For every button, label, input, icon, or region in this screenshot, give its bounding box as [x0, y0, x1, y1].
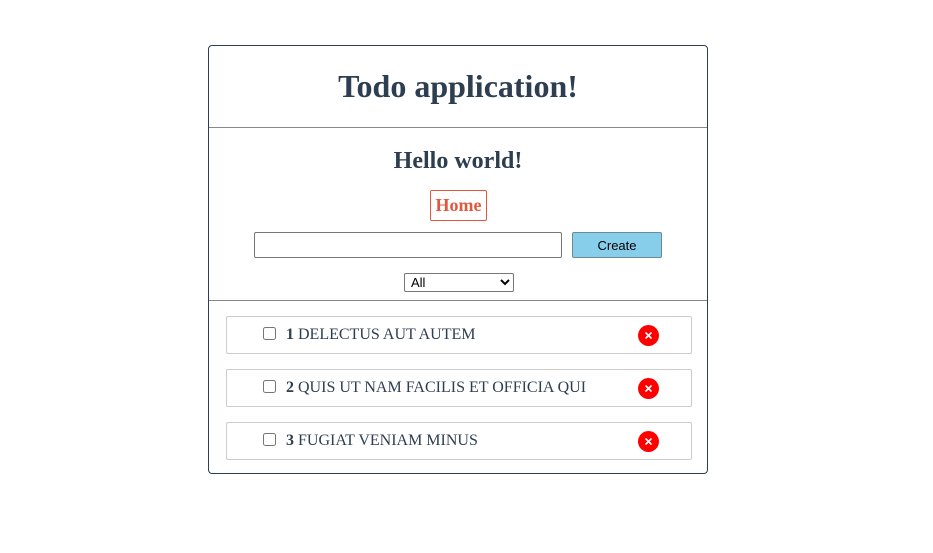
- home-link[interactable]: Home: [430, 190, 487, 221]
- todo-item: 2 QUIS UT NAM FACILIS ET OFFICIA QUI: [226, 369, 692, 407]
- delete-todo-button[interactable]: [638, 325, 659, 346]
- delete-todo-button[interactable]: [638, 431, 659, 452]
- todo-text: 2 QUIS UT NAM FACILIS ET OFFICIA QUI: [286, 379, 586, 397]
- todo-text: 1 DELECTUS AUT AUTEM: [286, 326, 475, 344]
- new-todo-input[interactable]: [254, 232, 562, 258]
- todo-title: QUIS UT NAM FACILIS ET OFFICIA QUI: [298, 379, 587, 396]
- delete-todo-button[interactable]: [638, 378, 659, 399]
- todo-id: 3: [286, 432, 294, 449]
- todo-id: 2: [286, 379, 294, 396]
- todo-title: FUGIAT VENIAM MINUS: [298, 432, 478, 449]
- close-icon: [645, 438, 652, 445]
- todo-checkbox[interactable]: [263, 380, 276, 393]
- close-icon: [645, 385, 652, 392]
- create-button[interactable]: Create: [572, 232, 662, 258]
- filter-select[interactable]: All: [404, 273, 514, 292]
- app-header: Todo application!: [209, 46, 707, 128]
- todo-item: 3 FUGIAT VENIAM MINUS: [226, 422, 692, 460]
- todo-checkbox[interactable]: [263, 327, 276, 340]
- todo-checkbox[interactable]: [263, 433, 276, 446]
- close-icon: [645, 332, 652, 339]
- greeting-heading: Hello world!: [393, 148, 523, 174]
- todo-list: 1 DELECTUS AUT AUTEM 2 QUIS UT NAM FACIL…: [226, 316, 692, 475]
- todo-app: Todo application! Hello world! Home Crea…: [208, 45, 708, 474]
- todo-title: DELECTUS AUT AUTEM: [298, 326, 476, 343]
- controls-panel: Hello world! Home Create All: [209, 128, 707, 301]
- todo-id: 1: [286, 326, 294, 343]
- page-title: Todo application!: [338, 68, 578, 104]
- todo-item: 1 DELECTUS AUT AUTEM: [226, 316, 692, 354]
- todo-text: 3 FUGIAT VENIAM MINUS: [286, 432, 478, 450]
